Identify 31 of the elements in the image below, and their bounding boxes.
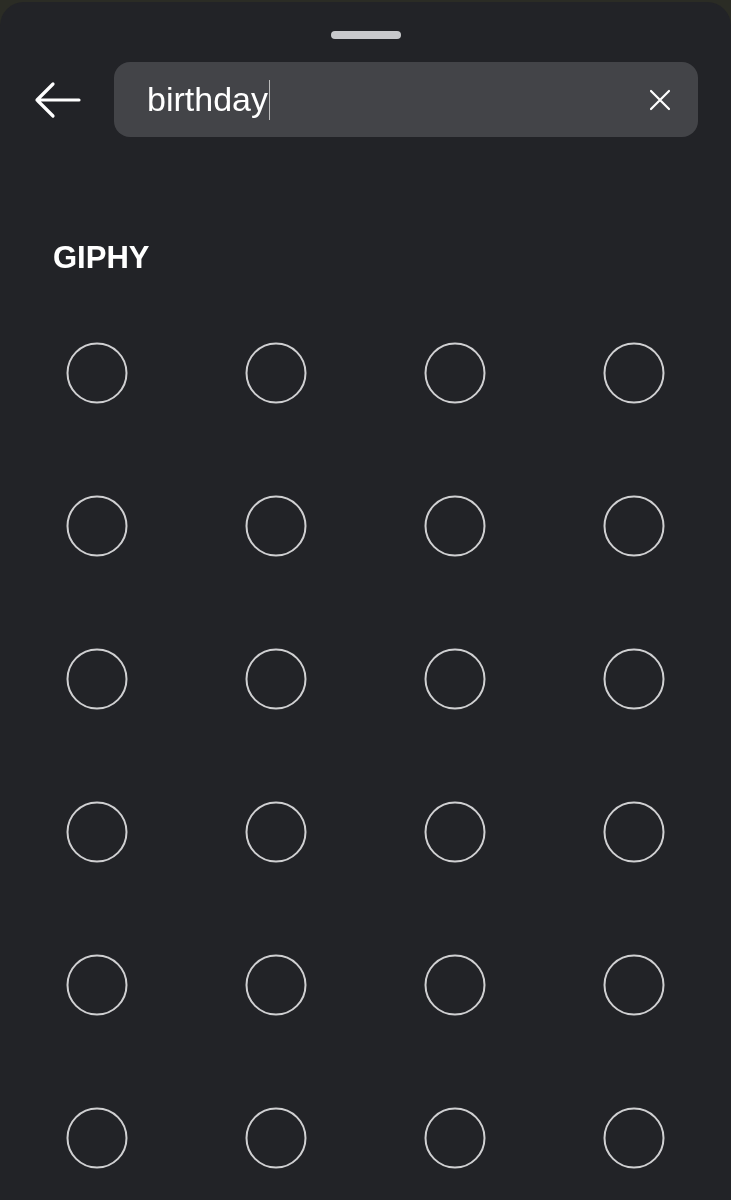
loading-circle-icon bbox=[423, 494, 486, 557]
loading-circle-icon bbox=[244, 647, 307, 710]
loading-circle-icon bbox=[65, 341, 128, 404]
loading-circle-icon bbox=[423, 1106, 486, 1169]
section-title: GIPHY bbox=[52, 240, 150, 276]
loading-circle-icon bbox=[602, 341, 665, 404]
loading-circle-icon bbox=[244, 341, 307, 404]
loading-circle-icon bbox=[65, 1106, 128, 1169]
loading-circle-icon bbox=[65, 647, 128, 710]
loading-circle-icon bbox=[602, 647, 665, 710]
loading-circle-icon bbox=[65, 953, 128, 1016]
loading-circle-icon bbox=[244, 1106, 307, 1169]
loading-circle-icon bbox=[423, 800, 486, 863]
back-arrow-icon bbox=[33, 79, 81, 120]
back-button[interactable] bbox=[33, 79, 81, 120]
close-icon bbox=[648, 87, 672, 112]
loading-circle-icon bbox=[65, 494, 128, 557]
search-field[interactable]: birthday bbox=[114, 62, 698, 137]
loading-circle-icon bbox=[423, 341, 486, 404]
loading-circle-icon bbox=[602, 953, 665, 1016]
loading-circle-icon bbox=[65, 800, 128, 863]
loading-circle-icon bbox=[244, 800, 307, 863]
loading-circle-icon bbox=[244, 494, 307, 557]
loading-circle-icon bbox=[602, 1106, 665, 1169]
clear-button[interactable] bbox=[648, 87, 672, 112]
loading-circle-icon bbox=[602, 494, 665, 557]
loading-circle-icon bbox=[602, 800, 665, 863]
loading-circle-icon bbox=[423, 953, 486, 1016]
loading-circle-icon bbox=[423, 647, 486, 710]
drag-handle[interactable] bbox=[330, 31, 401, 39]
loading-circle-icon bbox=[244, 953, 307, 1016]
